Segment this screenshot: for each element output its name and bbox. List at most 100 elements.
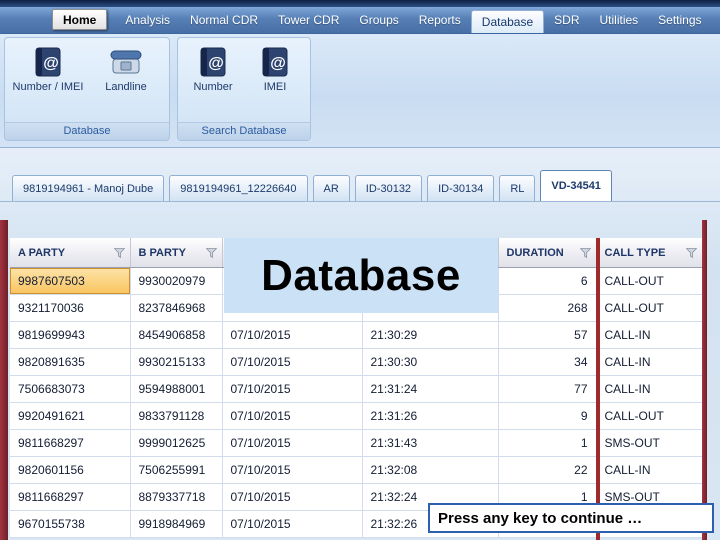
filter-funnel-icon[interactable]: [685, 247, 697, 258]
cell-b-party[interactable]: 9999012625: [130, 429, 223, 457]
cell-date[interactable]: 07/10/2015: [222, 321, 363, 349]
cell-a-party[interactable]: 9920491621: [10, 402, 131, 430]
document-tab-bar: 9819194961 - Manoj Dube 9819194961_12226…: [0, 166, 720, 202]
call-type-highlight-line-left: [596, 238, 600, 540]
titlebar-strip: [0, 0, 720, 7]
tab-groups[interactable]: Groups: [349, 7, 408, 33]
document-tab-vd-34541[interactable]: VD-34541: [540, 170, 612, 201]
document-tab-rl[interactable]: RL: [499, 175, 536, 201]
filter-funnel-icon[interactable]: [579, 247, 591, 258]
cell-date[interactable]: 07/10/2015: [222, 510, 363, 538]
button-label: Number / IMEI: [12, 81, 84, 93]
cell-time[interactable]: 21:30:29: [362, 321, 499, 349]
tab-tower-cdr[interactable]: Tower CDR: [268, 7, 349, 33]
search-number-button[interactable]: @ Number: [182, 42, 244, 122]
cell-call-type[interactable]: CALL-IN: [596, 321, 703, 349]
cell-a-party[interactable]: 9670155738: [10, 510, 131, 538]
cell-time[interactable]: 21:30:30: [362, 348, 499, 376]
cell-duration[interactable]: 34: [498, 348, 597, 376]
cell-duration[interactable]: 77: [498, 375, 597, 403]
cell-duration[interactable]: 9: [498, 402, 597, 430]
tab-sdr[interactable]: SDR: [544, 7, 589, 33]
cell-duration[interactable]: 6: [498, 267, 597, 295]
cell-date[interactable]: 07/10/2015: [222, 456, 363, 484]
cell-date[interactable]: 07/10/2015: [222, 348, 363, 376]
cell-a-party[interactable]: 9820891635: [10, 348, 131, 376]
cell-duration[interactable]: 22: [498, 456, 597, 484]
cell-duration[interactable]: 268: [498, 294, 597, 322]
cell-date[interactable]: 07/10/2015: [222, 402, 363, 430]
cell-call-type[interactable]: CALL-IN: [596, 375, 703, 403]
cell-b-party[interactable]: 9594988001: [130, 375, 223, 403]
cell-time[interactable]: 21:32:08: [362, 456, 499, 484]
filter-funnel-icon[interactable]: [205, 247, 217, 258]
column-header-b-party[interactable]: B PARTY: [130, 238, 223, 268]
search-imei-button[interactable]: @ IMEI: [244, 42, 306, 122]
cell-time[interactable]: 21:31:24: [362, 375, 499, 403]
tab-database[interactable]: Database: [470, 10, 545, 33]
column-header-call-type[interactable]: CALL TYPE: [596, 238, 703, 268]
cell-duration[interactable]: 57: [498, 321, 597, 349]
ribbon-group-database: @ Number / IMEI Landline Database: [4, 37, 170, 141]
cell-call-type[interactable]: CALL-IN: [596, 456, 703, 484]
button-label: Landline: [105, 81, 147, 93]
cell-duration[interactable]: 1: [498, 429, 597, 457]
landline-button[interactable]: Landline: [87, 42, 165, 122]
column-header-label: A PARTY: [18, 246, 66, 259]
cell-a-party[interactable]: 9820601156: [10, 456, 131, 484]
continue-prompt: Press any key to continue …: [428, 503, 714, 533]
column-header-a-party[interactable]: A PARTY: [10, 238, 131, 268]
cell-a-party[interactable]: 7506683073: [10, 375, 131, 403]
cell-b-party[interactable]: 8237846968: [130, 294, 223, 322]
telephone-icon: [108, 44, 144, 80]
slide-title-overlay: Database: [224, 238, 498, 313]
tab-settings[interactable]: Settings: [648, 7, 711, 33]
group-label-database: Database: [5, 122, 169, 140]
document-tab-id-30132[interactable]: ID-30132: [354, 175, 423, 201]
filter-funnel-icon[interactable]: [113, 247, 125, 258]
cell-date[interactable]: 07/10/2015: [222, 483, 363, 511]
number-imei-button[interactable]: @ Number / IMEI: [9, 42, 87, 122]
svg-text:@: @: [270, 55, 286, 72]
cell-b-party[interactable]: 7506255991: [130, 456, 223, 484]
cell-b-party[interactable]: 9930020979: [130, 267, 223, 295]
document-tab-12226640[interactable]: 9819194961_12226640: [169, 175, 308, 201]
cell-call-type[interactable]: CALL-OUT: [596, 294, 703, 322]
cell-call-type[interactable]: CALL-OUT: [596, 402, 703, 430]
cell-call-type[interactable]: CALL-OUT: [596, 267, 703, 295]
group-label-search-database: Search Database: [178, 122, 310, 140]
cell-date[interactable]: 07/10/2015: [222, 429, 363, 457]
cell-call-type[interactable]: SMS-OUT: [596, 429, 703, 457]
column-header-label: DURATION: [506, 246, 564, 259]
cell-time[interactable]: 21:31:26: [362, 402, 499, 430]
call-type-highlight-line-right: [702, 220, 707, 540]
document-tab-manoj-dube[interactable]: 9819194961 - Manoj Dube: [12, 175, 165, 201]
column-header-label: CALL TYPE: [604, 246, 666, 259]
cell-call-type[interactable]: CALL-IN: [596, 348, 703, 376]
cell-b-party[interactable]: 9833791128: [130, 402, 223, 430]
cell-b-party[interactable]: 9930215133: [130, 348, 223, 376]
cell-a-party[interactable]: 9811668297: [10, 483, 131, 511]
cell-time[interactable]: 21:31:43: [362, 429, 499, 457]
cell-a-party[interactable]: 9819699943: [10, 321, 131, 349]
cell-b-party[interactable]: 8879337718: [130, 483, 223, 511]
cell-a-party[interactable]: 9987607503: [10, 267, 131, 295]
address-book-icon: @: [195, 44, 231, 80]
tab-normal-cdr[interactable]: Normal CDR: [180, 7, 268, 33]
ribbon-group-search-database: @ Number @ IMEI Search Database: [177, 37, 311, 141]
button-label: Number: [193, 81, 233, 93]
tab-reports[interactable]: Reports: [409, 7, 471, 33]
tab-utilities[interactable]: Utilities: [590, 7, 649, 33]
tab-analysis[interactable]: Analysis: [115, 7, 180, 33]
cell-a-party[interactable]: 9321170036: [10, 294, 131, 322]
cell-b-party[interactable]: 9918984969: [130, 510, 223, 538]
svg-text:@: @: [43, 55, 59, 72]
tab-home[interactable]: Home: [52, 9, 108, 30]
button-label: IMEI: [263, 81, 287, 93]
cell-b-party[interactable]: 8454906858: [130, 321, 223, 349]
document-tab-ar[interactable]: AR: [312, 175, 350, 201]
cell-date[interactable]: 07/10/2015: [222, 375, 363, 403]
document-tab-id-30134[interactable]: ID-30134: [427, 175, 495, 201]
column-header-duration[interactable]: DURATION: [498, 238, 597, 268]
cell-a-party[interactable]: 9811668297: [10, 429, 131, 457]
